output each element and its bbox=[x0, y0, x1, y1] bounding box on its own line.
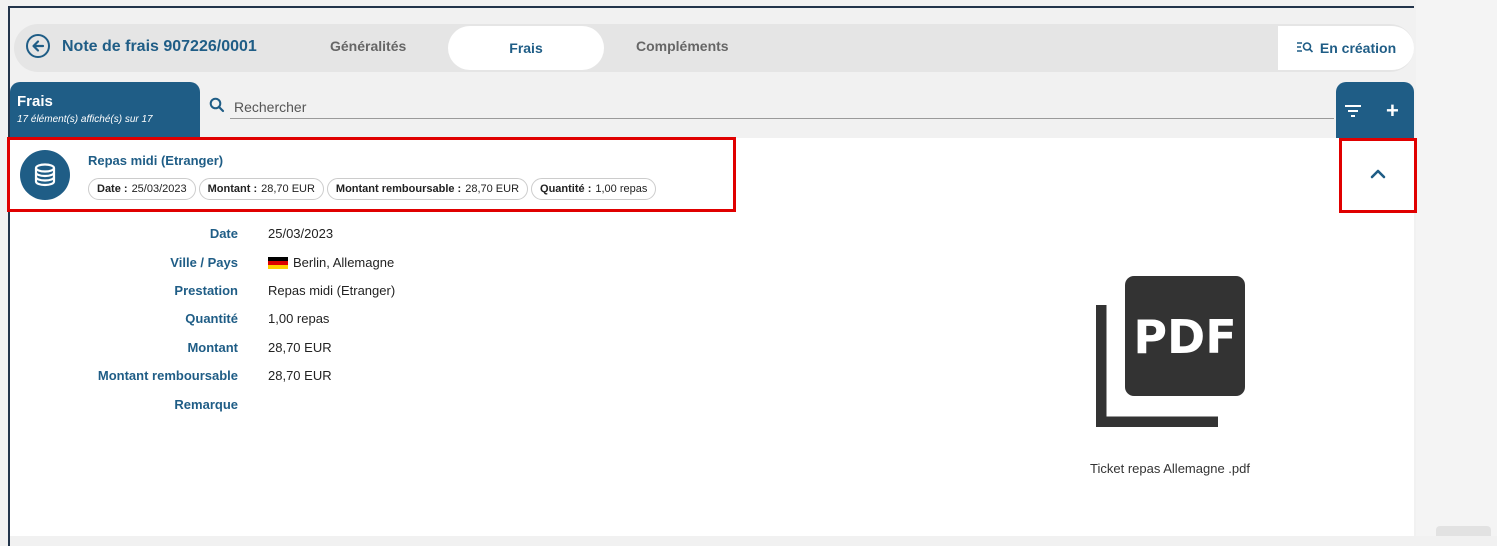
back-arrow-icon[interactable] bbox=[26, 34, 50, 58]
tab-frais[interactable]: Frais bbox=[448, 26, 604, 70]
search-icon bbox=[209, 97, 225, 118]
tab-complements[interactable]: Compléments bbox=[636, 38, 729, 54]
top-tab-bar: Note de frais 907226/0001 Généralités Fr… bbox=[14, 24, 1414, 72]
detail-label-date: Date bbox=[209, 226, 238, 241]
status-label: En création bbox=[1319, 40, 1397, 56]
detail-label-montant-remboursable: Montant remboursable bbox=[97, 368, 238, 383]
detail-value-text: Berlin, Allemagne bbox=[293, 255, 395, 270]
detail-value-quantite: 1,00 repas bbox=[268, 311, 329, 326]
detail-value-prestation: Repas midi (Etranger) bbox=[268, 283, 395, 298]
pdf-icon-label: PDF bbox=[1133, 310, 1236, 364]
attachment-filename[interactable]: Ticket repas Allemagne .pdf bbox=[1010, 461, 1330, 476]
status-button[interactable]: En création bbox=[1278, 26, 1414, 70]
detail-value-text: 1,00 repas bbox=[268, 311, 330, 326]
detail-label-ville-pays: Ville / Pays bbox=[170, 255, 238, 270]
tab-frais-label: Frais bbox=[509, 40, 543, 56]
highlight-box-item bbox=[7, 137, 736, 212]
add-button[interactable]: + bbox=[1386, 100, 1399, 122]
pdf-file-icon[interactable]: PDF bbox=[1093, 275, 1246, 430]
tab-generalites[interactable]: Généralités bbox=[330, 38, 406, 54]
detail-label-montant: Montant bbox=[187, 340, 238, 355]
highlight-box-collapse bbox=[1339, 138, 1417, 213]
search-bar bbox=[200, 82, 1336, 138]
detail-value-text: 28,70 EUR bbox=[268, 368, 332, 383]
detail-value-montant-remboursable: 28,70 EUR bbox=[268, 368, 332, 383]
detail-value-montant: 28,70 EUR bbox=[268, 340, 332, 355]
detail-label-quantite: Quantité bbox=[185, 311, 238, 326]
list-actions: + bbox=[1336, 82, 1414, 138]
germany-flag-icon bbox=[268, 256, 288, 269]
detail-label-remarque: Remarque bbox=[174, 397, 238, 412]
frais-section-tab: Frais 17 élément(s) affiché(s) sur 17 bbox=[10, 82, 200, 138]
list-search-icon bbox=[1296, 41, 1314, 56]
frais-count: 17 élément(s) affiché(s) sur 17 bbox=[17, 114, 153, 125]
page-title: Note de frais 907226/0001 bbox=[62, 38, 257, 55]
detail-value-text: Repas midi (Etranger) bbox=[268, 283, 396, 298]
detail-value-ville-pays: Berlin, Allemagne bbox=[268, 255, 394, 270]
detail-value-text: 25/03/2023 bbox=[268, 226, 334, 241]
right-margin bbox=[1416, 0, 1497, 536]
detail-value-text: 28,70 EUR bbox=[268, 340, 332, 355]
scrollbar-stub bbox=[1436, 526, 1491, 536]
detail-value-date: 25/03/2023 bbox=[268, 226, 333, 241]
filter-icon[interactable] bbox=[1344, 104, 1362, 123]
detail-label-prestation: Prestation bbox=[174, 283, 238, 298]
frais-title: Frais bbox=[17, 93, 53, 110]
search-input[interactable] bbox=[230, 96, 1334, 119]
